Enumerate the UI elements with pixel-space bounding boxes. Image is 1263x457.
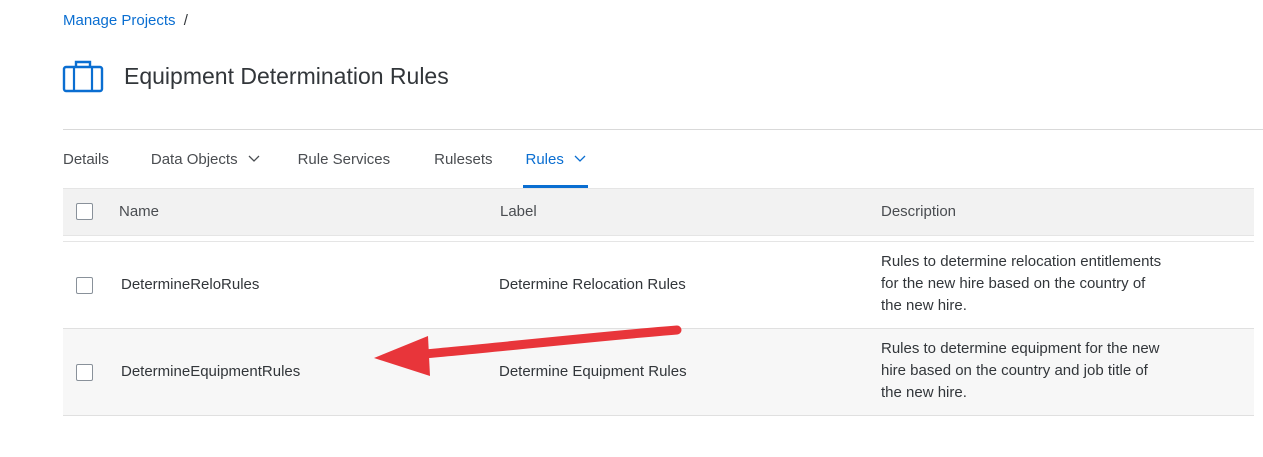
- column-header-label[interactable]: Label: [500, 203, 537, 220]
- tab-bar: Details Data Objects Rule Services Rules…: [63, 130, 1263, 188]
- row-checkbox[interactable]: [76, 364, 93, 381]
- tab-label: Rule Services: [297, 150, 391, 168]
- tab-data-objects[interactable]: Data Objects: [151, 130, 260, 188]
- table-header: Name Label Description: [63, 188, 1254, 236]
- page-title: Equipment Determination Rules: [124, 62, 449, 89]
- breadcrumb: Manage Projects /: [63, 12, 188, 29]
- tab-rules[interactable]: Rules: [523, 130, 589, 188]
- breadcrumb-separator: /: [183, 12, 188, 29]
- tab-rulesets[interactable]: Rulesets: [434, 130, 492, 188]
- description-line: for the new hire based on the country of: [881, 275, 1146, 292]
- select-all-checkbox[interactable]: [76, 203, 93, 220]
- description-line: Rules to determine equipment for the new: [881, 340, 1160, 357]
- tab-rule-services[interactable]: Rule Services: [298, 130, 391, 188]
- tab-label: Details: [63, 150, 109, 168]
- rules-table: Name Label Description DetermineReloRule…: [63, 188, 1254, 416]
- rule-name[interactable]: DetermineEquipmentRules: [121, 363, 300, 380]
- briefcase-icon: [62, 60, 104, 93]
- page-header: Equipment Determination Rules: [62, 58, 449, 94]
- chevron-down-icon: [574, 155, 586, 162]
- rule-label: Determine Relocation Rules: [499, 276, 686, 293]
- column-header-name[interactable]: Name: [119, 203, 159, 220]
- rule-description: Rules to determine equipment for the new…: [881, 338, 1251, 404]
- description-line: Rules to determine relocation entitlemen…: [881, 253, 1162, 270]
- row-checkbox[interactable]: [76, 277, 93, 294]
- red-arrow-annotation: [374, 325, 682, 376]
- description-line: the new hire.: [881, 384, 967, 401]
- rule-name[interactable]: DetermineReloRules: [121, 276, 259, 293]
- rule-description: Rules to determine relocation entitlemen…: [881, 251, 1251, 317]
- breadcrumb-link-manage-projects[interactable]: Manage Projects: [63, 12, 176, 29]
- tab-details[interactable]: Details: [63, 130, 109, 188]
- description-line: the new hire.: [881, 297, 967, 314]
- chevron-down-icon: [248, 155, 260, 162]
- tab-label: Rules: [525, 150, 564, 168]
- tab-label: Rulesets: [434, 150, 493, 168]
- table-row[interactable]: DetermineReloRules Determine Relocation …: [63, 242, 1254, 329]
- description-line: hire based on the country and job title …: [881, 362, 1148, 379]
- column-header-description[interactable]: Description: [881, 203, 956, 220]
- tab-label: Data Objects: [150, 150, 238, 168]
